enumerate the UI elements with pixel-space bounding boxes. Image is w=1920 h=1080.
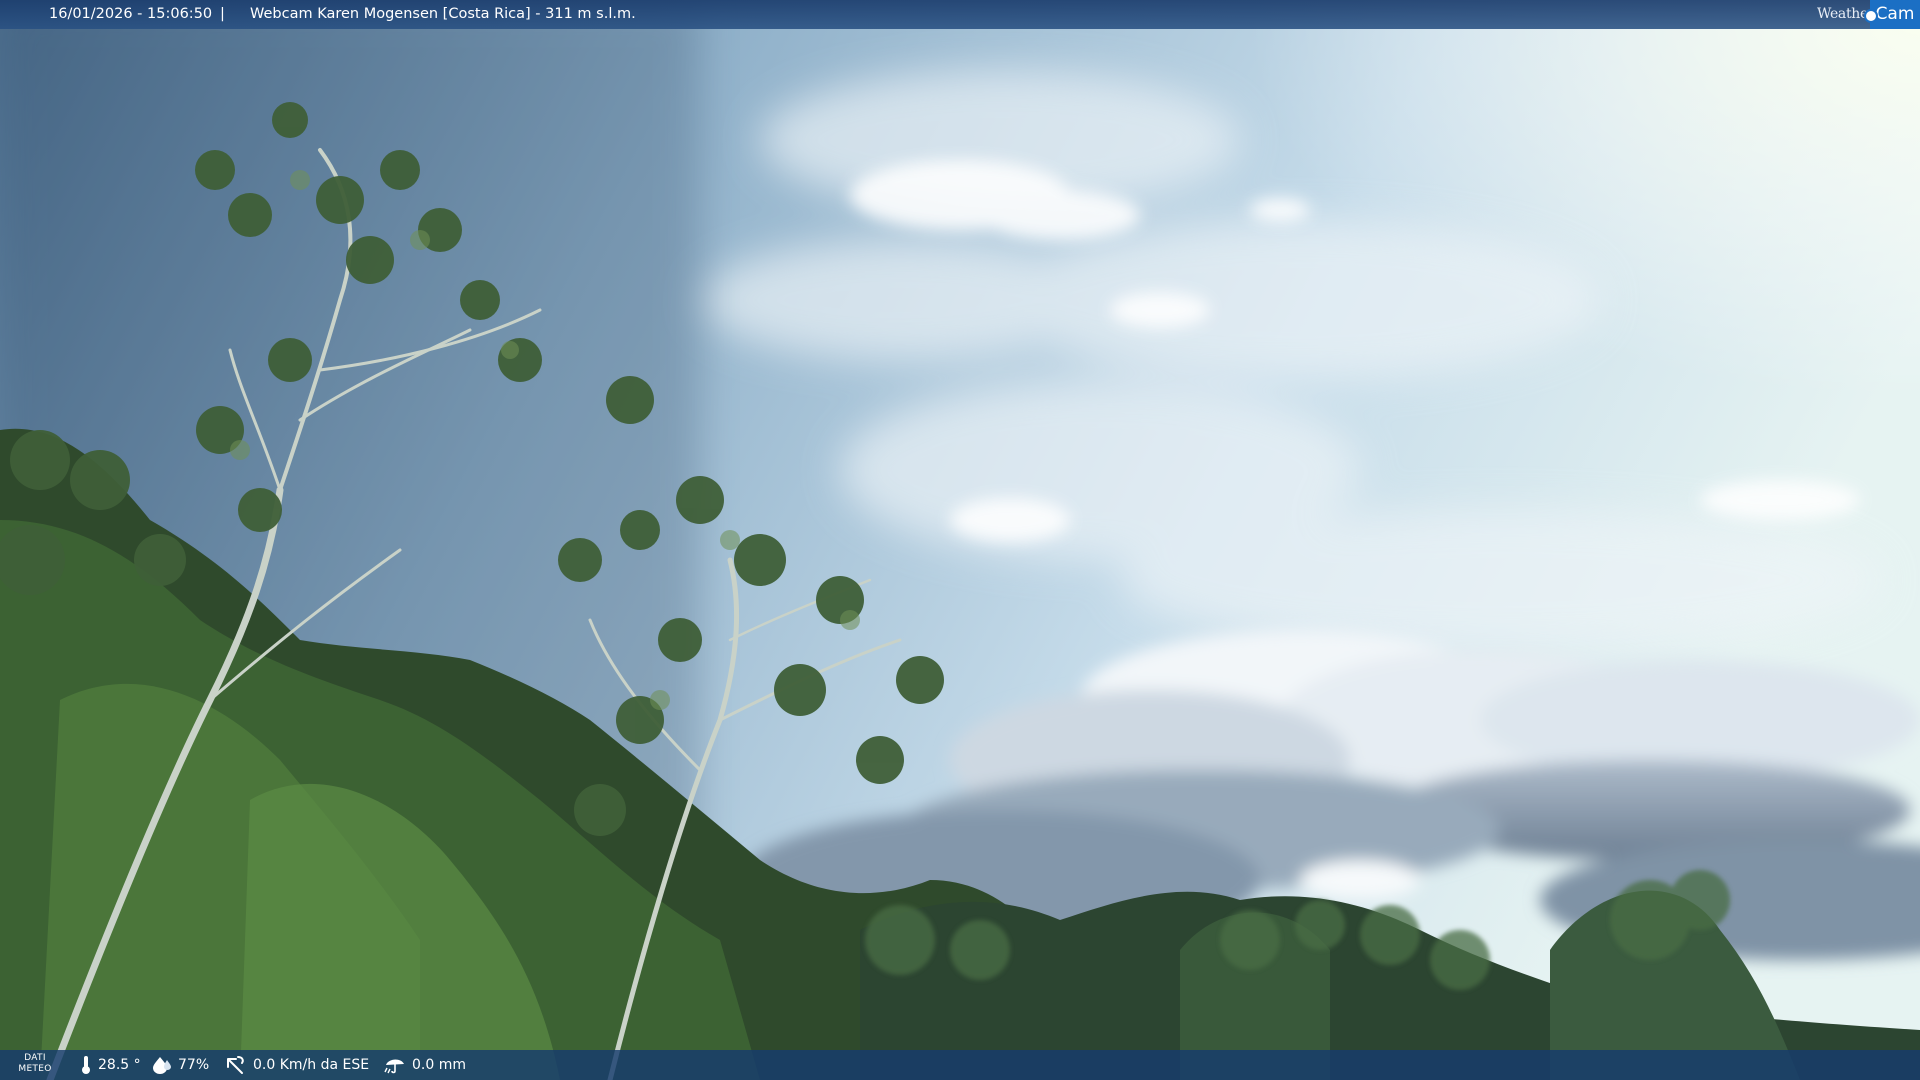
rain-icon [384, 1059, 404, 1074]
humidity-readout: 77% [152, 1050, 209, 1080]
meteo-label: DATI METEO [8, 1053, 62, 1075]
rain-readout: 0.0 mm [384, 1050, 466, 1080]
webcam-header-bar: 16/01/2026 - 15:06:50 | Webcam Karen Mog… [0, 0, 1920, 29]
temperature-value: 28.5 ° [98, 1057, 141, 1073]
thermometer-icon [82, 1056, 90, 1074]
meteo-label-line2: METEO [18, 1064, 52, 1074]
webcam-title: Webcam Karen Mogensen [Costa Rica] - 311… [250, 6, 636, 22]
logo-cam-box: Cam [1864, 0, 1920, 29]
weathercam-logo: Weather Cam [1817, 0, 1920, 29]
meteo-label-line1: DATI [24, 1053, 46, 1063]
header-separator: | [220, 6, 225, 22]
humidity-drop-icon [153, 1057, 171, 1074]
wind-readout: 0.0 Km/h da ESE [225, 1050, 369, 1080]
wind-value: 0.0 Km/h da ESE [253, 1057, 370, 1073]
meteo-data-bar: DATI METEO 28.5 ° 77% 0.0 Km/h da ESE 0.… [0, 1050, 1920, 1080]
timestamp: 16/01/2026 - 15:06:50 [49, 6, 213, 22]
rain-value: 0.0 mm [412, 1057, 466, 1073]
webcam-image [0, 0, 1920, 1080]
logo-cam-text: Cam [1875, 4, 1915, 24]
logo-dot-icon [1864, 9, 1878, 23]
wind-icon [227, 1056, 244, 1074]
temperature-readout: 28.5 ° [80, 1050, 141, 1080]
humidity-value: 77% [178, 1057, 210, 1073]
